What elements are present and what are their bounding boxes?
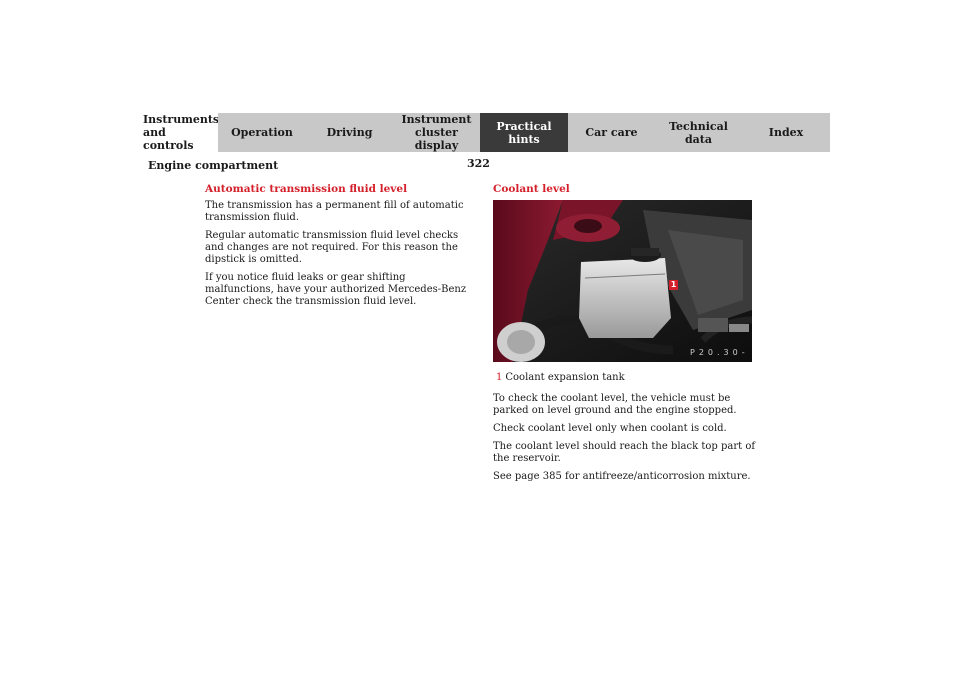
tab-practical-hints[interactable]: Practical hints [480,113,568,152]
chapter-tabs: Instruments and controls Operation Drivi… [131,113,830,152]
tab-operation[interactable]: Operation [218,113,306,152]
tab-driving[interactable]: Driving [306,113,393,152]
page-number: 322 [467,157,490,170]
figure-caption: 1 Coolant expansion tank [493,372,758,384]
paragraph: Check coolant level only when coolant is… [493,423,727,434]
engine-bay-photo: 1 P20.30- [493,200,752,362]
paragraph: If you notice fluid leaks or gear shifti… [205,272,467,307]
paragraph: The coolant level should reach the black… [493,441,756,464]
tab-car-care[interactable]: Car care [568,113,655,152]
tab-technical-data[interactable]: Technical data [655,113,742,152]
tab-instrument-cluster-display[interactable]: Instrument cluster display [393,113,480,152]
paragraph: Regular automatic transmission fluid lev… [205,230,459,265]
tab-index[interactable]: Index [742,113,830,152]
section-title: Engine compartment [148,159,279,172]
left-column: Automatic transmission fluid level The t… [205,183,470,314]
coolant-level-heading: Coolant level [493,183,570,195]
callout-1-marker: 1 [669,280,678,290]
figure-code: P20.30- [690,348,749,357]
caption-text: Coolant expansion tank [505,372,625,383]
engine-bay-illustration [493,200,752,362]
tab-instruments-and-controls[interactable]: Instruments and controls [131,113,219,152]
caption-number: 1 [496,372,503,383]
paragraph: The transmission has a permanent fill of… [205,200,464,223]
right-column: Coolant level 1 P20.30- 1 Coolant expans… [493,183,758,489]
paragraph: To check the coolant level, the vehicle … [493,393,737,416]
transmission-fluid-heading: Automatic transmission fluid level [205,183,408,195]
paragraph: See page 385 for antifreeze/anticorrosio… [493,471,751,482]
